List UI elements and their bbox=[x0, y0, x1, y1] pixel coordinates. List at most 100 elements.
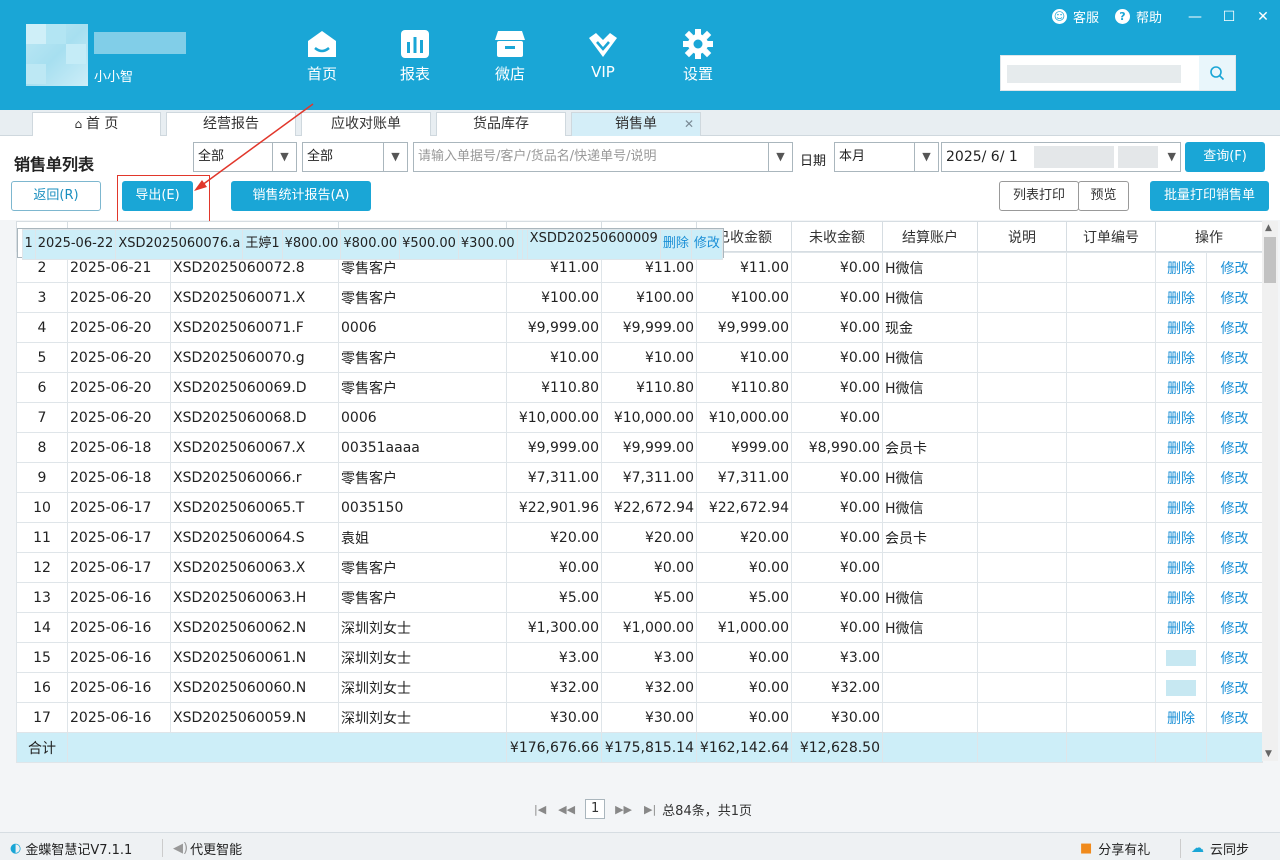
edit-link[interactable]: 修改 bbox=[1221, 561, 1249, 577]
date-range-select[interactable]: 本月 ▼ bbox=[834, 142, 939, 172]
edit-link[interactable]: 修改 bbox=[694, 236, 720, 251]
edit-link[interactable]: 修改 bbox=[1221, 261, 1249, 277]
table-row[interactable]: 17 2025-06-16 XSD2025060059.N 深圳刘女士 ¥30.00 ¥3… bbox=[16, 702, 1263, 733]
preview-button[interactable]: 预览 bbox=[1078, 181, 1129, 211]
delete-link[interactable]: 删除 bbox=[1167, 711, 1195, 727]
delete-link[interactable]: 删除 bbox=[1167, 621, 1195, 637]
batch-print-button[interactable]: 批量打印销售单 bbox=[1150, 181, 1269, 211]
edit-link[interactable]: 修改 bbox=[1221, 471, 1249, 487]
edit-link[interactable]: 修改 bbox=[1221, 441, 1249, 457]
support-link[interactable]: ☺ 客服 bbox=[1051, 7, 1099, 26]
total-empty bbox=[1155, 732, 1207, 763]
minimize-icon[interactable]: — bbox=[1178, 9, 1212, 25]
delete-link[interactable]: 删除 bbox=[1167, 411, 1195, 427]
edit-link[interactable]: 修改 bbox=[1221, 531, 1249, 547]
tab-home[interactable]: ⌂ 首 页 bbox=[32, 112, 161, 136]
last-page-icon[interactable]: ▶| bbox=[644, 803, 656, 816]
nav-shop[interactable]: 微店 bbox=[480, 28, 540, 84]
edit-link[interactable]: 修改 bbox=[1221, 651, 1249, 667]
search-icon[interactable] bbox=[1199, 56, 1235, 90]
date-start-picker[interactable]: 2025/ 6/ 1 ▼ bbox=[941, 142, 1181, 172]
col-order-no[interactable]: 订单编号 bbox=[1066, 221, 1156, 252]
disabled-delete bbox=[1166, 679, 1196, 696]
scroll-down-icon[interactable]: ▼ bbox=[1265, 749, 1272, 759]
next-page-icon[interactable]: ▶▶ bbox=[615, 803, 632, 816]
search-input[interactable]: 请输入单据号/客户/货品名/快递单号/说明 ▼ bbox=[413, 142, 793, 172]
share-link[interactable]: ■ 分享有礼 bbox=[1080, 839, 1150, 858]
delete-link[interactable]: 删除 bbox=[1167, 291, 1195, 307]
user-avatar[interactable] bbox=[26, 24, 88, 86]
delete-link[interactable]: 删除 bbox=[1167, 441, 1195, 457]
table-row[interactable]: 8 2025-06-18 XSD2025060067.X 00351aaaa ¥9,99… bbox=[16, 432, 1263, 463]
edit-link[interactable]: 修改 bbox=[1221, 411, 1249, 427]
first-page-icon[interactable]: |◀ bbox=[534, 803, 546, 816]
delete-link[interactable]: 删除 bbox=[1167, 381, 1195, 397]
row-no: 10 bbox=[16, 492, 68, 523]
table-row[interactable]: 12 2025-06-17 XSD2025060063.X 零售客户 ¥0.00 ¥0.0… bbox=[16, 552, 1263, 583]
top-search-box[interactable] bbox=[1000, 55, 1236, 91]
maximize-icon[interactable]: ☐ bbox=[1212, 9, 1246, 25]
blurred-search-text bbox=[1007, 65, 1181, 83]
scrollbar-thumb[interactable] bbox=[1264, 237, 1276, 283]
delete-link[interactable]: 删除 bbox=[1167, 531, 1195, 547]
edit-cell: 修改 bbox=[1206, 522, 1263, 553]
edit-link[interactable]: 修改 bbox=[1221, 351, 1249, 367]
edit-link[interactable]: 修改 bbox=[1221, 291, 1249, 307]
table-row[interactable]: 9 2025-06-18 XSD2025060066.r 零售客户 ¥7,311.00 ¥… bbox=[16, 462, 1263, 493]
nav-home[interactable]: 首页 bbox=[292, 28, 352, 84]
total-receivable: ¥175,815.14 bbox=[601, 732, 697, 763]
nav-vip[interactable]: VIP bbox=[573, 28, 633, 81]
tab-inventory[interactable]: 货品库存 bbox=[436, 112, 566, 136]
row-date: 2025-06-20 bbox=[67, 372, 171, 403]
edit-cell: 修改 bbox=[1206, 612, 1263, 643]
delete-link[interactable]: 删除 bbox=[1167, 591, 1195, 607]
prev-page-icon[interactable]: ◀◀ bbox=[558, 803, 575, 816]
close-icon[interactable]: ✕ bbox=[1246, 9, 1280, 25]
table-row[interactable]: 16 2025-06-16 XSD2025060060.N 深圳刘女士 ¥32.00 ¥3… bbox=[16, 672, 1263, 703]
col-note[interactable]: 说明 bbox=[977, 221, 1067, 252]
table-row[interactable]: 11 2025-06-17 XSD2025060064.S 袁姐 ¥20.00 ¥20.0… bbox=[16, 522, 1263, 553]
table-row[interactable]: 3 2025-06-20 XSD2025060071.X 零售客户 ¥100.00 ¥10… bbox=[16, 282, 1263, 313]
edit-link[interactable]: 修改 bbox=[1221, 711, 1249, 727]
nav-report[interactable]: 报表 bbox=[385, 28, 445, 84]
tab-receivable-statement[interactable]: 应收对账单 bbox=[301, 112, 431, 136]
delete-link[interactable]: 删除 bbox=[1167, 501, 1195, 517]
delete-link[interactable]: 删除 bbox=[663, 236, 689, 251]
table-row[interactable]: 14 2025-06-16 XSD2025060062.N 深圳刘女士 ¥1,300.0… bbox=[16, 612, 1263, 643]
delete-link[interactable]: 删除 bbox=[1167, 261, 1195, 277]
table-row[interactable]: 7 2025-06-20 XSD2025060068.D 0006 ¥10,000.00… bbox=[16, 402, 1263, 433]
list-print-button[interactable]: 列表打印 bbox=[999, 181, 1079, 211]
table-scrollbar[interactable]: ▲ ▼ bbox=[1262, 221, 1278, 761]
nav-settings[interactable]: 设置 bbox=[668, 28, 728, 84]
table-row[interactable]: 13 2025-06-16 XSD2025060063.H 零售客户 ¥5.00 ¥5.0… bbox=[16, 582, 1263, 613]
edit-link[interactable]: 修改 bbox=[1221, 381, 1249, 397]
query-button[interactable]: 查询(F) bbox=[1185, 142, 1265, 172]
notice[interactable]: ◀) 代更智能 bbox=[162, 839, 242, 858]
row-customer: 袁姐 bbox=[338, 522, 507, 553]
edit-link[interactable]: 修改 bbox=[1221, 501, 1249, 517]
table-row[interactable]: 6 2025-06-20 XSD2025060069.D 零售客户 ¥110.80 ¥11… bbox=[16, 372, 1263, 403]
table-row[interactable]: 10 2025-06-17 XSD2025060065.T 0035150 ¥22,90… bbox=[16, 492, 1263, 523]
edit-link[interactable]: 修改 bbox=[1221, 681, 1249, 697]
cloud-sync-link[interactable]: ☁ 云同步 bbox=[1180, 839, 1249, 858]
scroll-up-icon[interactable]: ▲ bbox=[1265, 223, 1272, 233]
page-number-input[interactable]: 1 bbox=[585, 799, 606, 819]
delete-link[interactable]: 删除 bbox=[1167, 351, 1195, 367]
delete-link[interactable]: 删除 bbox=[1167, 471, 1195, 487]
help-link[interactable]: ? 帮助 bbox=[1114, 7, 1162, 26]
col-unreceived[interactable]: 未收金额 bbox=[791, 221, 883, 252]
table-row[interactable]: 1 2025-06-22 XSD2025060076.a 王婷1 ¥800.00 ¥800… bbox=[16, 227, 724, 260]
delete-link[interactable]: 删除 bbox=[1167, 321, 1195, 337]
row-account: H微信 bbox=[882, 252, 978, 283]
tab-sales-order[interactable]: 销售单 ✕ bbox=[571, 112, 701, 136]
edit-link[interactable]: 修改 bbox=[1221, 321, 1249, 337]
table-row[interactable]: 5 2025-06-20 XSD2025060070.g 零售客户 ¥10.00 ¥10.… bbox=[16, 342, 1263, 373]
table-row[interactable]: 15 2025-06-16 XSD2025060061.N 深圳刘女士 ¥3.00 ¥3.… bbox=[16, 642, 1263, 673]
edit-link[interactable]: 修改 bbox=[1221, 591, 1249, 607]
edit-link[interactable]: 修改 bbox=[1221, 621, 1249, 637]
tab-close-icon[interactable]: ✕ bbox=[684, 113, 694, 135]
back-button[interactable]: 返回(R) bbox=[11, 181, 101, 211]
delete-link[interactable]: 删除 bbox=[1167, 561, 1195, 577]
col-account[interactable]: 结算账户 bbox=[882, 221, 978, 252]
table-row[interactable]: 4 2025-06-20 XSD2025060071.F 0006 ¥9,999.00 ¥… bbox=[16, 312, 1263, 343]
